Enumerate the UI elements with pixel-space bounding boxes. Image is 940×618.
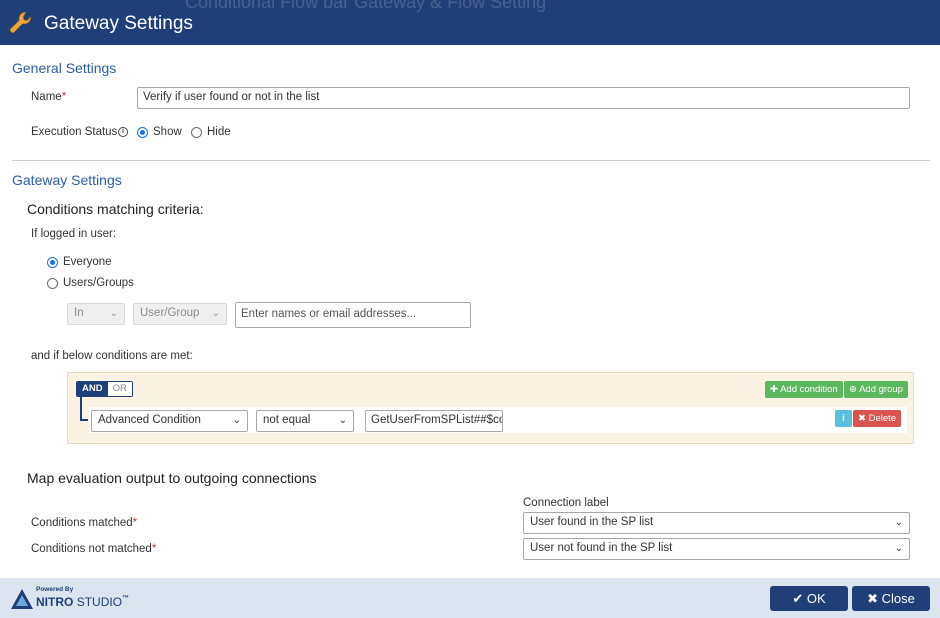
status-hide-radio[interactable] — [191, 127, 202, 138]
powered-by-text: Powered By — [36, 586, 74, 593]
user-group-select[interactable]: User/Group ⌄ — [133, 303, 227, 325]
condition-field-select[interactable]: Advanced Condition ⌄ — [91, 410, 248, 432]
dialog-header: Conditional Flow bar Gateway & Flow Sett… — [0, 0, 940, 45]
in-select[interactable]: In ⌄ — [67, 303, 125, 325]
close-button[interactable]: ✖ Close — [852, 586, 930, 611]
logged-in-label: If logged in user: — [31, 228, 117, 240]
group-connector — [80, 397, 88, 421]
conditions-not-matched-select[interactable]: User not found in the SP list ⌄ — [523, 538, 910, 560]
plus-circle-icon: ⊕ — [849, 384, 857, 395]
everyone-label: Everyone — [63, 256, 112, 268]
conditions-label: and if below conditions are met: — [31, 350, 193, 362]
gateway-settings-dialog: Conditional Flow bar Gateway & Flow Sett… — [0, 0, 940, 618]
name-label: Name* — [31, 91, 67, 103]
brand-text: NITRO STUDIO™ — [36, 595, 130, 609]
status-hide-label: Hide — [207, 126, 231, 138]
execution-status-label: Execution Status — [31, 126, 118, 138]
criteria-heading: Conditions matching criteria: — [27, 201, 204, 217]
nitro-logo-icon — [11, 589, 33, 609]
status-show-radio[interactable] — [137, 127, 148, 138]
chevron-down-icon: ⌄ — [211, 308, 220, 319]
chevron-down-icon: ⌄ — [894, 517, 903, 528]
wrench-icon — [10, 12, 31, 33]
chevron-down-icon: ⌄ — [338, 415, 347, 426]
nitro-studio-logo: Powered By NITRO STUDIO™ — [10, 586, 140, 612]
or-button[interactable]: OR — [107, 382, 132, 396]
conditions-builder: AND OR ✚ Add condition ⊕ Add group Advan… — [67, 372, 914, 444]
users-groups-label: Users/Groups — [63, 277, 134, 289]
users-groups-radio[interactable] — [47, 278, 58, 289]
connection-label-header: Connection label — [523, 497, 609, 509]
and-button[interactable]: AND — [77, 382, 108, 396]
everyone-radio[interactable] — [47, 257, 58, 268]
info-icon[interactable]: i — [118, 127, 128, 137]
ok-button[interactable]: ✔ OK — [770, 586, 848, 611]
mapping-heading: Map evaluation output to outgoing connec… — [27, 470, 317, 486]
gateway-settings-title: Gateway Settings — [12, 172, 122, 188]
conditions-matched-label: Conditions matched* — [31, 517, 138, 529]
status-show-label: Show — [153, 126, 182, 138]
conditions-matched-select[interactable]: User found in the SP list ⌄ — [523, 512, 910, 534]
name-field[interactable]: Verify if user found or not in the list — [137, 87, 910, 109]
names-input[interactable]: Enter names or email addresses... — [235, 302, 471, 328]
times-icon: ✖ — [867, 591, 879, 606]
section-divider — [12, 160, 930, 161]
conditions-not-matched-label: Conditions not matched* — [31, 543, 157, 555]
info-icon[interactable]: i — [835, 410, 852, 427]
times-icon: ✖ — [858, 413, 866, 424]
condition-operator-select[interactable]: not equal ⌄ — [256, 410, 354, 432]
chevron-down-icon: ⌄ — [232, 415, 241, 426]
add-condition-button[interactable]: ✚ Add condition — [765, 381, 843, 398]
plus-icon: ✚ — [770, 384, 778, 395]
logic-toggle: AND OR — [76, 381, 133, 397]
dialog-title: Gateway Settings — [44, 13, 193, 34]
delete-condition-button[interactable]: ✖ Delete — [853, 410, 902, 427]
condition-value-input[interactable]: GetUserFromSPList##$cou — [365, 410, 503, 432]
chevron-down-icon: ⌄ — [109, 308, 118, 319]
chevron-down-icon: ⌄ — [894, 543, 903, 554]
condition-row: Advanced Condition ⌄ not equal ⌄ GetUserFr… — [89, 407, 907, 433]
background-page-title: Conditional Flow bar Gateway & Flow Sett… — [185, 0, 547, 12]
general-settings-title: General Settings — [12, 60, 117, 76]
add-group-button[interactable]: ⊕ Add group — [844, 381, 908, 398]
check-icon: ✔ — [792, 591, 804, 606]
